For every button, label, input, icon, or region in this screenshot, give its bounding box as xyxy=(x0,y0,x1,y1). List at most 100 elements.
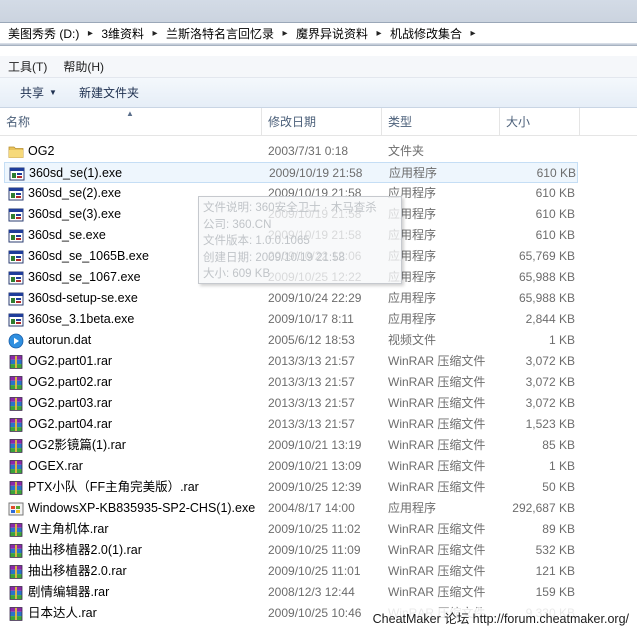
winrar-archive-icon xyxy=(8,606,24,622)
file-date: 2004/8/17 14:00 xyxy=(268,501,355,515)
breadcrumb-item[interactable]: 机战修改集合 xyxy=(386,23,466,43)
breadcrumb-item[interactable]: 魔界异说资料 xyxy=(292,23,372,43)
file-date: 2013/3/13 21:57 xyxy=(268,417,355,431)
file-row[interactable]: OG2.part04.rar 2013/3/13 21:57 WinRAR 压缩文件… xyxy=(4,414,578,435)
breadcrumb-item[interactable]: 美图秀秀 (D:) xyxy=(4,23,83,43)
file-row[interactable]: OG2.part02.rar 2013/3/13 21:57 WinRAR 压缩文件… xyxy=(4,372,578,393)
file-row[interactable]: OG2.part03.rar 2013/3/13 21:57 WinRAR 压缩文件… xyxy=(4,393,578,414)
file-date: 2005/6/12 18:53 xyxy=(268,333,355,347)
file-row[interactable]: W主角机体.rar 2009/10/25 11:02 WinRAR 压缩文件 89 K… xyxy=(4,519,578,540)
file-type: 应用程序 xyxy=(388,312,437,326)
new-folder-button[interactable]: 新建文件夹 xyxy=(71,81,147,105)
file-date: 2013/3/13 21:57 xyxy=(268,396,355,410)
file-date: 2009/10/21 13:19 xyxy=(268,438,362,452)
file-name: WindowsXP-KB835935-SP2-CHS(1).exe xyxy=(28,501,256,515)
file-size: 89 KB xyxy=(542,522,575,536)
file-row[interactable]: 360sd-setup-se.exe 2009/10/24 22:29 应用程序 65… xyxy=(4,288,578,309)
winrar-archive-icon xyxy=(8,354,24,370)
file-type: 应用程序 xyxy=(388,186,437,200)
tooltip-line: 文件说明: 360安全卫士 · 木马查杀 xyxy=(203,202,377,214)
file-name: W主角机体.rar xyxy=(28,522,109,536)
file-size: 3,072 KB xyxy=(525,354,575,368)
breadcrumb-separator-icon[interactable]: ▸ xyxy=(372,28,386,39)
breadcrumb[interactable]: 美图秀秀 (D:) ▸ 3维资料 ▸ 兰斯洛特名言回忆录 ▸ 魔界异说资料 ▸ 机战修改集合 ▸ xyxy=(0,22,637,44)
winrar-archive-icon xyxy=(8,564,24,580)
file-row[interactable]: OG2影镜篇(1).rar 2009/10/21 13:19 WinRAR 压缩文件… xyxy=(4,435,578,456)
file-row[interactable]: OG2.part01.rar 2013/3/13 21:57 WinRAR 压缩文件… xyxy=(4,351,578,372)
file-name: OGEX.rar xyxy=(28,459,83,473)
file-size: 65,769 KB xyxy=(518,249,575,263)
winrar-archive-icon xyxy=(8,438,24,454)
file-date: 2003/7/31 0:18 xyxy=(268,144,349,158)
column-size[interactable]: 大小 xyxy=(500,108,580,136)
column-name[interactable]: 名称 xyxy=(0,108,262,136)
file-date: 2008/12/3 12:44 xyxy=(268,585,355,599)
exe-icon xyxy=(8,207,24,223)
file-row[interactable]: 360se_3.1beta.exe 2009/10/17 8:11 应用程序 2,84… xyxy=(4,309,578,330)
file-size: 3,072 KB xyxy=(525,375,575,389)
file-row[interactable]: autorun.dat 2005/6/12 18:53 视频文件 1 KB xyxy=(4,330,578,351)
file-size: 159 KB xyxy=(535,585,575,599)
file-row[interactable]: OGEX.rar 2009/10/21 13:09 WinRAR 压缩文件 1 KB xyxy=(4,456,578,477)
menu-tools[interactable]: 工具(T) xyxy=(0,57,55,77)
breadcrumb-separator-icon[interactable]: ▸ xyxy=(83,28,97,39)
file-info-tooltip: 文件说明: 360安全卫士 · 木马查杀 公司: 360.CN 文件版本: 1.… xyxy=(198,196,402,284)
winrar-archive-icon xyxy=(8,585,24,601)
file-date: 2009/10/25 12:39 xyxy=(268,480,362,494)
file-type: 应用程序 xyxy=(388,228,437,242)
file-size: 532 KB xyxy=(535,543,575,557)
file-type: WinRAR 压缩文件 xyxy=(388,354,486,368)
folder-icon xyxy=(8,144,24,160)
exe-icon xyxy=(8,270,24,286)
exe-icon xyxy=(8,186,24,202)
file-row[interactable]: OG2 2003/7/31 0:18 文件夹 xyxy=(4,141,578,162)
exe-icon xyxy=(8,312,24,328)
file-name: 360se_3.1beta.exe xyxy=(28,312,135,326)
file-row[interactable]: 剧情编辑器.rar 2008/12/3 12:44 WinRAR 压缩文件 159 K… xyxy=(4,582,578,603)
file-type: WinRAR 压缩文件 xyxy=(388,585,486,599)
file-row[interactable]: 360sd_se(1).exe 2009/10/19 21:58 应用程序 610 K… xyxy=(4,162,578,183)
column-date[interactable]: 修改日期 xyxy=(262,108,382,136)
breadcrumb-separator-icon[interactable]: ▸ xyxy=(278,28,292,39)
file-row[interactable]: PTX小队（FF主角完美版）.rar 2009/10/25 12:39 WinRAR… xyxy=(4,477,578,498)
file-date: 2009/10/19 21:58 xyxy=(269,166,363,180)
column-type[interactable]: 类型 xyxy=(382,108,500,136)
file-date: 2009/10/17 8:11 xyxy=(268,312,354,326)
breadcrumb-separator-icon[interactable]: ▸ xyxy=(466,28,480,39)
file-type: WinRAR 压缩文件 xyxy=(388,522,486,536)
file-name: 抽出移植器2.0.rar xyxy=(28,564,127,578)
winrar-archive-icon xyxy=(8,522,24,538)
file-row[interactable]: WindowsXP-KB835935-SP2-CHS(1).exe 2004/8/… xyxy=(4,498,578,519)
file-size: 1 KB xyxy=(548,333,575,347)
menu-help[interactable]: 帮助(H) xyxy=(55,57,112,77)
installer-icon xyxy=(8,501,24,517)
exe-icon xyxy=(8,228,24,244)
file-type: WinRAR 压缩文件 xyxy=(388,564,486,578)
breadcrumb-separator-icon[interactable]: ▸ xyxy=(148,28,162,39)
forum-watermark: CheatMaker 论坛 http://forum.cheatmaker.or… xyxy=(370,608,631,627)
winrar-archive-icon xyxy=(8,480,24,496)
file-name: OG2 xyxy=(28,144,55,158)
command-bar: 共享 ▼ 新建文件夹 xyxy=(0,78,637,108)
file-size: 610 KB xyxy=(535,207,575,221)
file-name: OG2.part01.rar xyxy=(28,354,113,368)
file-type: 应用程序 xyxy=(388,501,437,515)
share-label: 共享 xyxy=(20,85,45,100)
file-name: 日本达人.rar xyxy=(28,606,97,620)
file-size: 1,523 KB xyxy=(525,417,575,431)
file-size: 3,072 KB xyxy=(525,396,575,410)
breadcrumb-item[interactable]: 3维资料 xyxy=(97,23,148,43)
file-name: OG2.part04.rar xyxy=(28,417,113,431)
file-type: WinRAR 压缩文件 xyxy=(388,375,486,389)
file-type: 文件夹 xyxy=(388,144,425,158)
file-row[interactable]: 抽出移植器2.0.rar 2009/10/25 11:01 WinRAR 压缩文件 1… xyxy=(4,561,578,582)
file-size: 610 KB xyxy=(535,228,575,242)
file-name: 剧情编辑器.rar xyxy=(28,585,110,599)
file-size: 2,844 KB xyxy=(525,312,575,326)
file-type: WinRAR 压缩文件 xyxy=(388,417,486,431)
file-name: OG2.part03.rar xyxy=(28,396,113,410)
share-button[interactable]: 共享 ▼ xyxy=(12,81,65,105)
winrar-archive-icon xyxy=(8,459,24,475)
breadcrumb-item[interactable]: 兰斯洛特名言回忆录 xyxy=(162,23,278,43)
file-row[interactable]: 抽出移植器2.0(1).rar 2009/10/25 11:09 WinRAR 压缩… xyxy=(4,540,578,561)
